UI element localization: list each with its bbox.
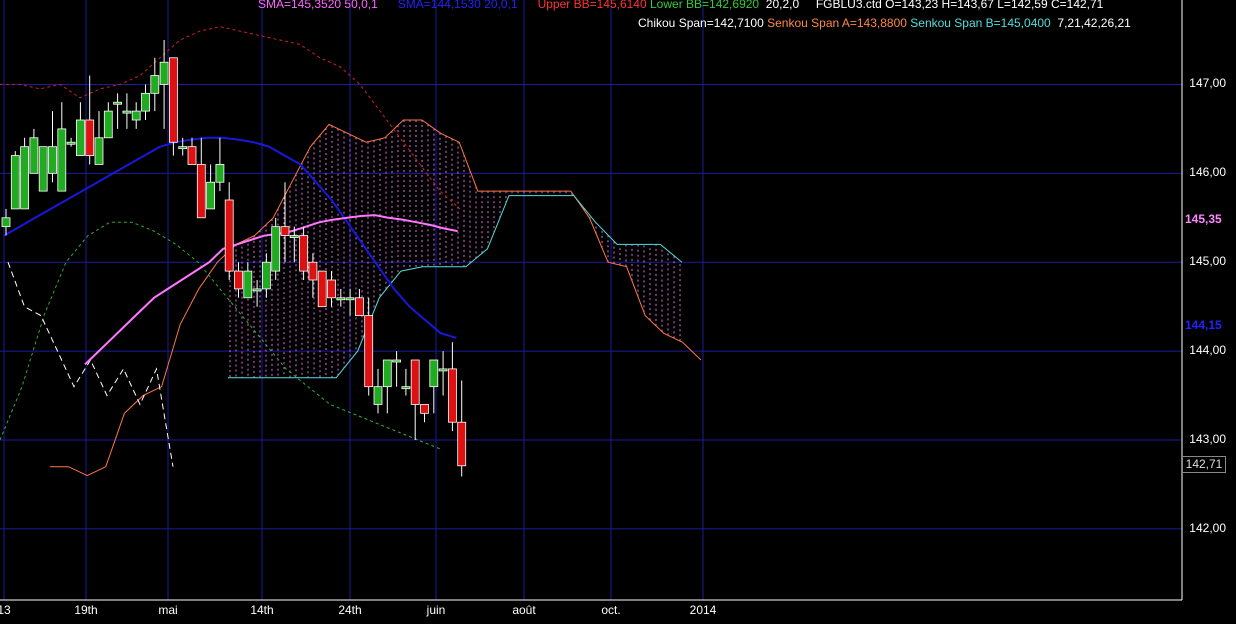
candle-body	[168, 57, 178, 143]
candle-body	[438, 368, 448, 372]
price-tick-label: 142,00	[1189, 520, 1226, 535]
candle-body	[20, 146, 30, 210]
candle-body	[131, 110, 141, 121]
candle	[168, 57, 178, 156]
candle-body	[420, 404, 429, 414]
candle-body	[38, 146, 48, 192]
candle-body	[66, 141, 76, 145]
candle	[271, 217, 281, 280]
candle-body	[373, 386, 383, 405]
price-tick-label: 147,00	[1189, 76, 1226, 91]
candle-body	[215, 164, 225, 183]
legend-ohlc: FGBLU3.ctd O=143,23 H=143,67 L=142,59 C=…	[815, 0, 1104, 11]
candle-body	[261, 261, 271, 290]
candle-body	[76, 119, 85, 156]
price-chart	[0, 0, 1183, 601]
candle-body	[141, 92, 150, 112]
time-tick-label: 13	[0, 603, 11, 617]
time-tick-label: 2014	[689, 603, 717, 617]
sma50-price-tag: 145,35	[1185, 212, 1222, 226]
sma20-price-tag: 144,15	[1185, 318, 1222, 332]
candle-body	[103, 110, 113, 139]
price-tick-label: 143,00	[1189, 432, 1226, 446]
candle-body	[94, 137, 104, 165]
price-tick-label: 145,00	[1189, 254, 1226, 269]
legend-upper-bb: Upper BB=145,6140	[537, 0, 647, 11]
candle-body	[122, 110, 132, 114]
candle-body	[178, 146, 188, 150]
candle	[38, 146, 48, 192]
candle-body	[299, 235, 309, 272]
candle-body	[457, 421, 467, 467]
candle-body	[10, 155, 20, 210]
legend-senkou-a: Senkou Span A=143,8800	[767, 16, 907, 30]
time-tick-label: 24th	[338, 603, 362, 617]
candle-body	[401, 386, 411, 390]
time-tick-label: 14th	[250, 603, 274, 617]
candle-body	[447, 368, 457, 423]
candle-body	[243, 270, 253, 299]
candle-body	[289, 235, 299, 238]
indicator-legend-line-1: SMA=145,3520 50,0,1 SMA=144,1530 20,0,1 …	[258, 0, 1103, 11]
candle-body	[308, 261, 318, 281]
candle-body	[48, 146, 57, 174]
candle-body	[29, 137, 39, 174]
price-tick-label: 144,00	[1189, 343, 1226, 358]
time-tick-label: oct.	[601, 603, 621, 617]
candle-body	[364, 315, 374, 388]
legend-senkou-b: Senkou Span B=145,0400	[910, 16, 1051, 30]
candle-body	[187, 146, 197, 165]
legend-lower-bb: Lower BB=142,6920	[650, 0, 760, 11]
candle-body	[57, 128, 67, 192]
candle-body	[271, 226, 281, 272]
indicator-legend-line-2: Chikou Span=142,7100 Senkou Span A=143,8…	[638, 16, 1131, 30]
candle-body	[85, 119, 95, 156]
candle-body	[1, 217, 11, 228]
candle-body	[113, 101, 122, 105]
candle-body	[382, 359, 392, 388]
candle-body	[327, 279, 336, 299]
candle	[10, 151, 20, 210]
candle	[317, 270, 327, 308]
legend-chikou: Chikou Span=142,7100	[638, 16, 764, 30]
candle-body	[354, 297, 364, 316]
candle-body	[345, 297, 355, 301]
time-tick-label: mai	[158, 603, 178, 617]
candle-body	[150, 75, 160, 94]
candle	[20, 137, 30, 210]
candle-body	[336, 297, 346, 301]
price-tick-label: 146,00	[1189, 165, 1226, 180]
candle-body	[252, 288, 262, 292]
candle-body	[206, 181, 216, 210]
candle-body	[429, 359, 439, 388]
last-price-box: 142,71	[1182, 456, 1226, 473]
candle-body	[410, 359, 420, 405]
legend-sma20: SMA=144,1530 20,0,1	[397, 0, 518, 11]
candle-body	[196, 164, 206, 219]
time-tick-label: juin	[426, 603, 446, 617]
candle-body	[392, 359, 402, 363]
candle-body	[159, 61, 169, 85]
candle-body	[234, 270, 243, 290]
legend-bb-params: 20,2,0	[765, 0, 800, 11]
time-tick-label: 19th	[74, 603, 98, 617]
candle-body	[224, 199, 234, 272]
time-tick-label: août	[512, 603, 536, 617]
candle-body	[280, 226, 290, 236]
legend-sma50: SMA=145,3520 50,0,1	[258, 0, 378, 11]
legend-ichimoku-params: 7,21,42,26,21	[1057, 16, 1131, 30]
candle-body	[317, 270, 327, 308]
